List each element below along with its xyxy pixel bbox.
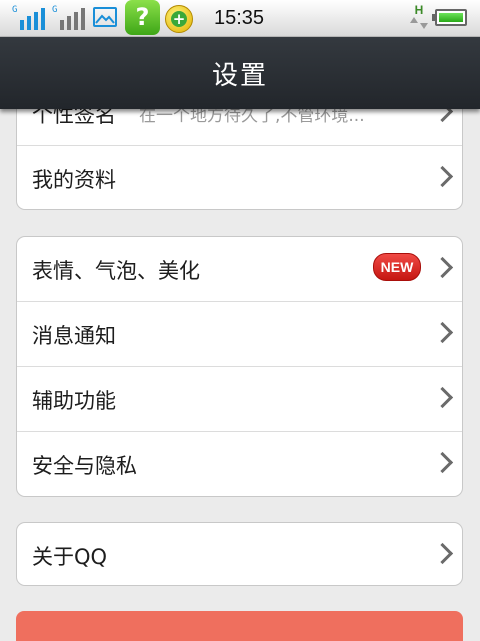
signal-strength-2-icon: G <box>52 6 88 30</box>
row-label: 表情、气泡、美化 <box>32 259 200 283</box>
page-title: 设置 <box>211 61 268 91</box>
add-icon: + <box>165 5 193 33</box>
help-icon: ? <box>125 0 160 35</box>
settings-row-security-privacy[interactable]: 安全与隐私 <box>17 432 462 496</box>
settings-group-general: 表情、气泡、美化 NEW 消息通知 辅助功能 安全与隐私 <box>16 236 463 497</box>
battery-icon <box>432 9 467 26</box>
chevron-right-icon <box>431 256 454 279</box>
row-label: 我的资料 <box>32 168 116 192</box>
row-label: 消息通知 <box>32 324 116 348</box>
gallery-icon <box>93 7 117 27</box>
signal-tag-2: G <box>52 5 58 15</box>
settings-row-about-qq[interactable]: 关于QQ <box>17 523 462 585</box>
title-bar: 设置 <box>0 37 480 109</box>
add-icon-glyph: + <box>171 10 187 28</box>
chevron-right-icon <box>431 386 454 409</box>
logout-button[interactable] <box>16 611 463 641</box>
row-label: 安全与隐私 <box>32 454 137 478</box>
data-network-type: H <box>414 3 424 17</box>
signal-strength-icon: G <box>12 6 48 30</box>
chevron-right-icon <box>431 542 454 565</box>
row-label: 辅助功能 <box>32 389 116 413</box>
chevron-right-icon <box>431 165 454 188</box>
new-badge: NEW <box>373 253 421 281</box>
settings-row-notifications[interactable]: 消息通知 <box>17 302 462 367</box>
settings-row-emoji-bubble-theme[interactable]: 表情、气泡、美化 NEW <box>17 237 462 302</box>
settings-row-my-profile[interactable]: 我的资料 <box>17 146 462 209</box>
status-bar: G G ? + 15:35 H <box>0 0 480 37</box>
chevron-right-icon <box>431 321 454 344</box>
clock-time: 15:35 <box>214 7 265 29</box>
data-transfer-icon: H <box>408 4 430 32</box>
row-label: 关于QQ <box>32 545 108 569</box>
settings-group-about: 关于QQ <box>16 522 463 586</box>
signal-tag: G <box>12 5 18 15</box>
chevron-right-icon <box>431 451 454 474</box>
settings-row-accessibility[interactable]: 辅助功能 <box>17 367 462 432</box>
